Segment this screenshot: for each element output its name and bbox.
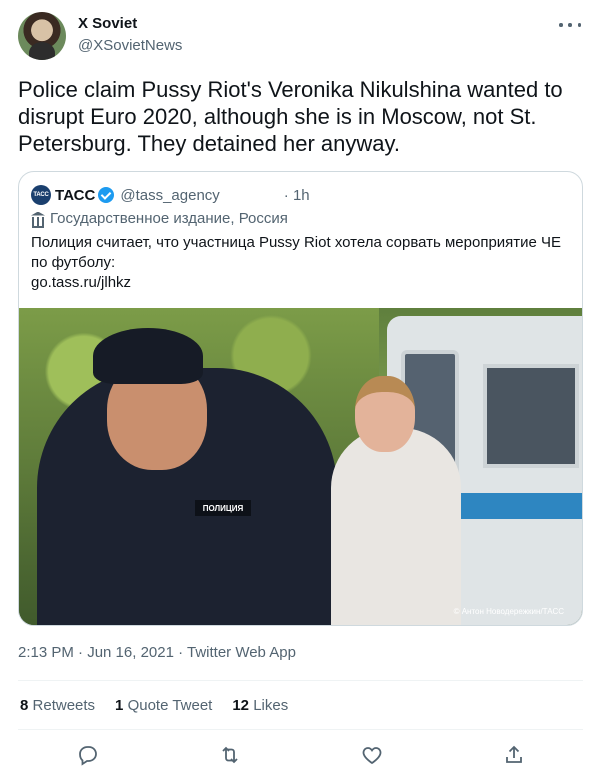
retweet-icon	[222, 746, 238, 764]
quoted-display-name[interactable]: ТАСС	[55, 187, 95, 204]
like-button[interactable]	[360, 743, 384, 767]
verified-icon	[98, 187, 115, 203]
likes-count: 12	[232, 697, 250, 714]
user-handle[interactable]: @XSovietNews	[78, 37, 182, 54]
tass-logo[interactable]: ТАСС	[31, 185, 51, 205]
more-icon[interactable]	[559, 18, 581, 32]
quotes-count: 1	[115, 697, 124, 714]
tweet-text: Police claim Pussy Riot's Veronika Nikul…	[18, 77, 563, 156]
quoted-text: Полиция считает, что участница Pussy Rio…	[31, 233, 571, 293]
quoted-tweet-header: ТАСС ТАСС @tass_agency · 1h	[31, 185, 310, 205]
display-name[interactable]: X Soviet	[78, 15, 137, 32]
photo-woman-head	[355, 376, 415, 452]
photo-woman	[331, 428, 461, 625]
likes-stat[interactable]: 12 Likes	[232, 697, 288, 714]
photo-officer-cap	[93, 328, 203, 384]
quoted-photo[interactable]: ПОЛИЦИЯ © Антон Новодережкин/ТАСС	[19, 308, 582, 625]
tweet-header: X Soviet @XSovietNews	[18, 12, 581, 60]
engagement-stats: 8 Retweets 1 Quote Tweet 12 Likes	[20, 697, 308, 714]
retweet-button[interactable]	[218, 743, 242, 767]
state-media-label-text: Государственное издание, Россия	[50, 210, 288, 227]
quoted-time[interactable]: · 1h	[284, 187, 310, 204]
quoted-handle[interactable]: @tass_agency	[120, 187, 219, 204]
avatar[interactable]	[18, 12, 66, 60]
action-bar	[58, 743, 534, 769]
share-button[interactable]	[502, 743, 526, 767]
reply-button[interactable]	[76, 743, 100, 767]
likes-label: Likes	[253, 697, 289, 714]
divider	[18, 729, 583, 730]
tweet-timestamp[interactable]: 2:13 PM · Jun 16, 2021 · Twitter Web App	[18, 644, 296, 661]
share-icon	[506, 745, 522, 763]
retweets-count: 8	[20, 697, 29, 714]
gov-icon	[31, 212, 45, 228]
photo-credit: © Антон Новодережкин/ТАСС	[453, 607, 564, 616]
retweets-label: Retweets	[32, 697, 96, 714]
quotes-stat[interactable]: 1 Quote Tweet	[115, 697, 212, 714]
divider	[18, 680, 583, 681]
quotes-label: Quote Tweet	[127, 697, 213, 714]
like-icon	[362, 747, 382, 765]
retweets-stat[interactable]: 8 Retweets	[20, 697, 95, 714]
photo-van-window	[483, 364, 579, 468]
quoted-link[interactable]: go.tass.ru/jlhkz	[31, 273, 571, 293]
photo-police-patch: ПОЛИЦИЯ	[195, 500, 251, 516]
state-media-label[interactable]: Государственное издание, Россия	[31, 210, 288, 228]
quoted-tweet[interactable]: ТАСС ТАСС @tass_agency · 1h Государствен…	[18, 171, 583, 626]
reply-icon	[79, 746, 97, 766]
quoted-body: Полиция считает, что участница Pussy Rio…	[31, 234, 562, 271]
